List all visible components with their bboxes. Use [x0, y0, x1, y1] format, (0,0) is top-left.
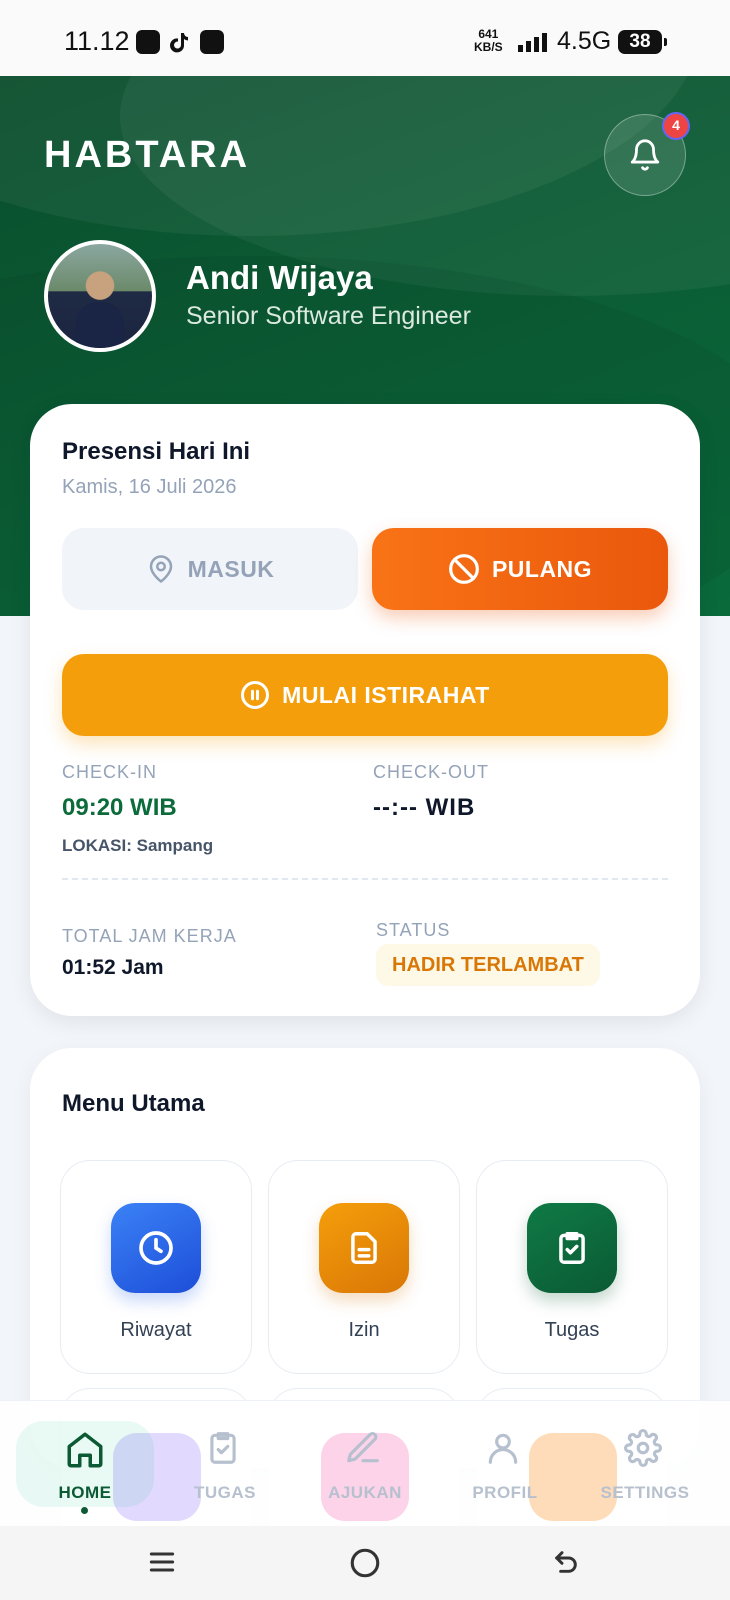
app-brand: HABTARA — [44, 134, 251, 176]
nav-label: SETTINGS — [600, 1483, 690, 1502]
pulang-button[interactable]: PULANG — [372, 528, 668, 610]
total-hours-label: TOTAL JAM KERJA — [62, 926, 237, 946]
shop-icon — [200, 30, 224, 54]
home-circle-icon[interactable] — [348, 1546, 382, 1580]
total-hours-value: 01:52 Jam — [62, 956, 164, 979]
menu-title: Menu Utama — [62, 1090, 205, 1117]
nav-settings[interactable]: SETTINGS — [590, 1401, 700, 1527]
network-type: 4.5G — [557, 27, 612, 55]
notification-icons — [136, 30, 224, 54]
location-pin-icon — [149, 555, 172, 583]
avatar[interactable] — [44, 240, 156, 352]
menu-item-label: Tugas — [544, 1319, 600, 1341]
pause-circle-icon — [241, 681, 270, 709]
recent-apps-icon[interactable] — [146, 1546, 178, 1578]
nav-profil[interactable]: PROFIL — [450, 1401, 560, 1527]
menu-item-tugas[interactable]: Tugas — [476, 1160, 668, 1374]
signal-icon — [518, 33, 547, 52]
menu-item-label: Izin — [348, 1319, 380, 1341]
attendance-title: Presensi Hari Ini — [62, 438, 251, 465]
status-time: 11.12 — [64, 26, 130, 56]
bell-icon — [630, 139, 660, 171]
home-icon — [67, 1432, 103, 1468]
nav-home[interactable]: HOME — [30, 1401, 140, 1527]
nav-label: HOME — [58, 1483, 112, 1502]
checkout-value: --:-- WIB — [373, 794, 476, 821]
edit-icon — [347, 1432, 379, 1463]
nav-ajukan[interactable]: AJUKAN — [310, 1401, 420, 1527]
clipboard-check-icon — [527, 1203, 617, 1293]
system-navigation-bar — [0, 1526, 730, 1600]
checkin-value: 09:20 WIB — [62, 794, 177, 821]
start-break-label: MULAI ISTIRAHAT — [282, 681, 490, 708]
menu-item-label: Riwayat — [120, 1319, 192, 1341]
masuk-button[interactable]: MASUK — [62, 528, 358, 610]
tiktok-icon — [168, 30, 192, 54]
active-dot — [81, 1507, 88, 1514]
clock-icon — [111, 1203, 201, 1293]
status-badge: HADIR TERLAMBAT — [376, 944, 600, 986]
back-icon[interactable] — [550, 1546, 582, 1578]
menu-item-riwayat[interactable]: Riwayat — [60, 1160, 252, 1374]
nav-tugas[interactable]: TUGAS — [170, 1401, 280, 1527]
document-icon — [319, 1203, 409, 1293]
pulang-label: PULANG — [491, 555, 593, 582]
nav-label: AJUKAN — [328, 1483, 402, 1502]
gear-icon — [624, 1429, 662, 1467]
network-speed: 641 KB/S — [474, 27, 503, 54]
divider — [62, 878, 668, 880]
masuk-label: MASUK — [187, 555, 275, 582]
notification-badge: 4 — [662, 112, 690, 140]
start-break-button[interactable]: MULAI ISTIRAHAT — [62, 654, 668, 736]
status-bar: 11.12 641 KB/S 4.5G 38 — [0, 0, 730, 76]
clipboard-check-icon — [210, 1432, 236, 1464]
user-role: Senior Software Engineer — [186, 302, 471, 330]
checkout-label: CHECK-OUT — [373, 762, 489, 782]
nav-label: PROFIL — [472, 1483, 538, 1502]
bottom-navigation: HOME TUGAS AJUKAN PROFIL SETTINGS — [0, 1400, 730, 1526]
battery-icon: 38 — [618, 30, 667, 54]
menu-item-izin[interactable]: Izin — [268, 1160, 460, 1374]
user-icon — [488, 1433, 518, 1464]
chat-icon — [136, 30, 160, 54]
ban-icon — [449, 554, 479, 584]
user-name: Andi Wijaya — [186, 259, 373, 296]
checkin-location: LOKASI: Sampang — [62, 836, 214, 855]
nav-label: TUGAS — [194, 1483, 256, 1502]
status-label: STATUS — [376, 920, 451, 940]
checkin-label: CHECK-IN — [62, 762, 158, 782]
attendance-date: Kamis, 16 Juli 2026 — [62, 476, 237, 498]
attendance-card: Presensi Hari Ini Kamis, 16 Juli 2026 MA… — [30, 404, 700, 1016]
